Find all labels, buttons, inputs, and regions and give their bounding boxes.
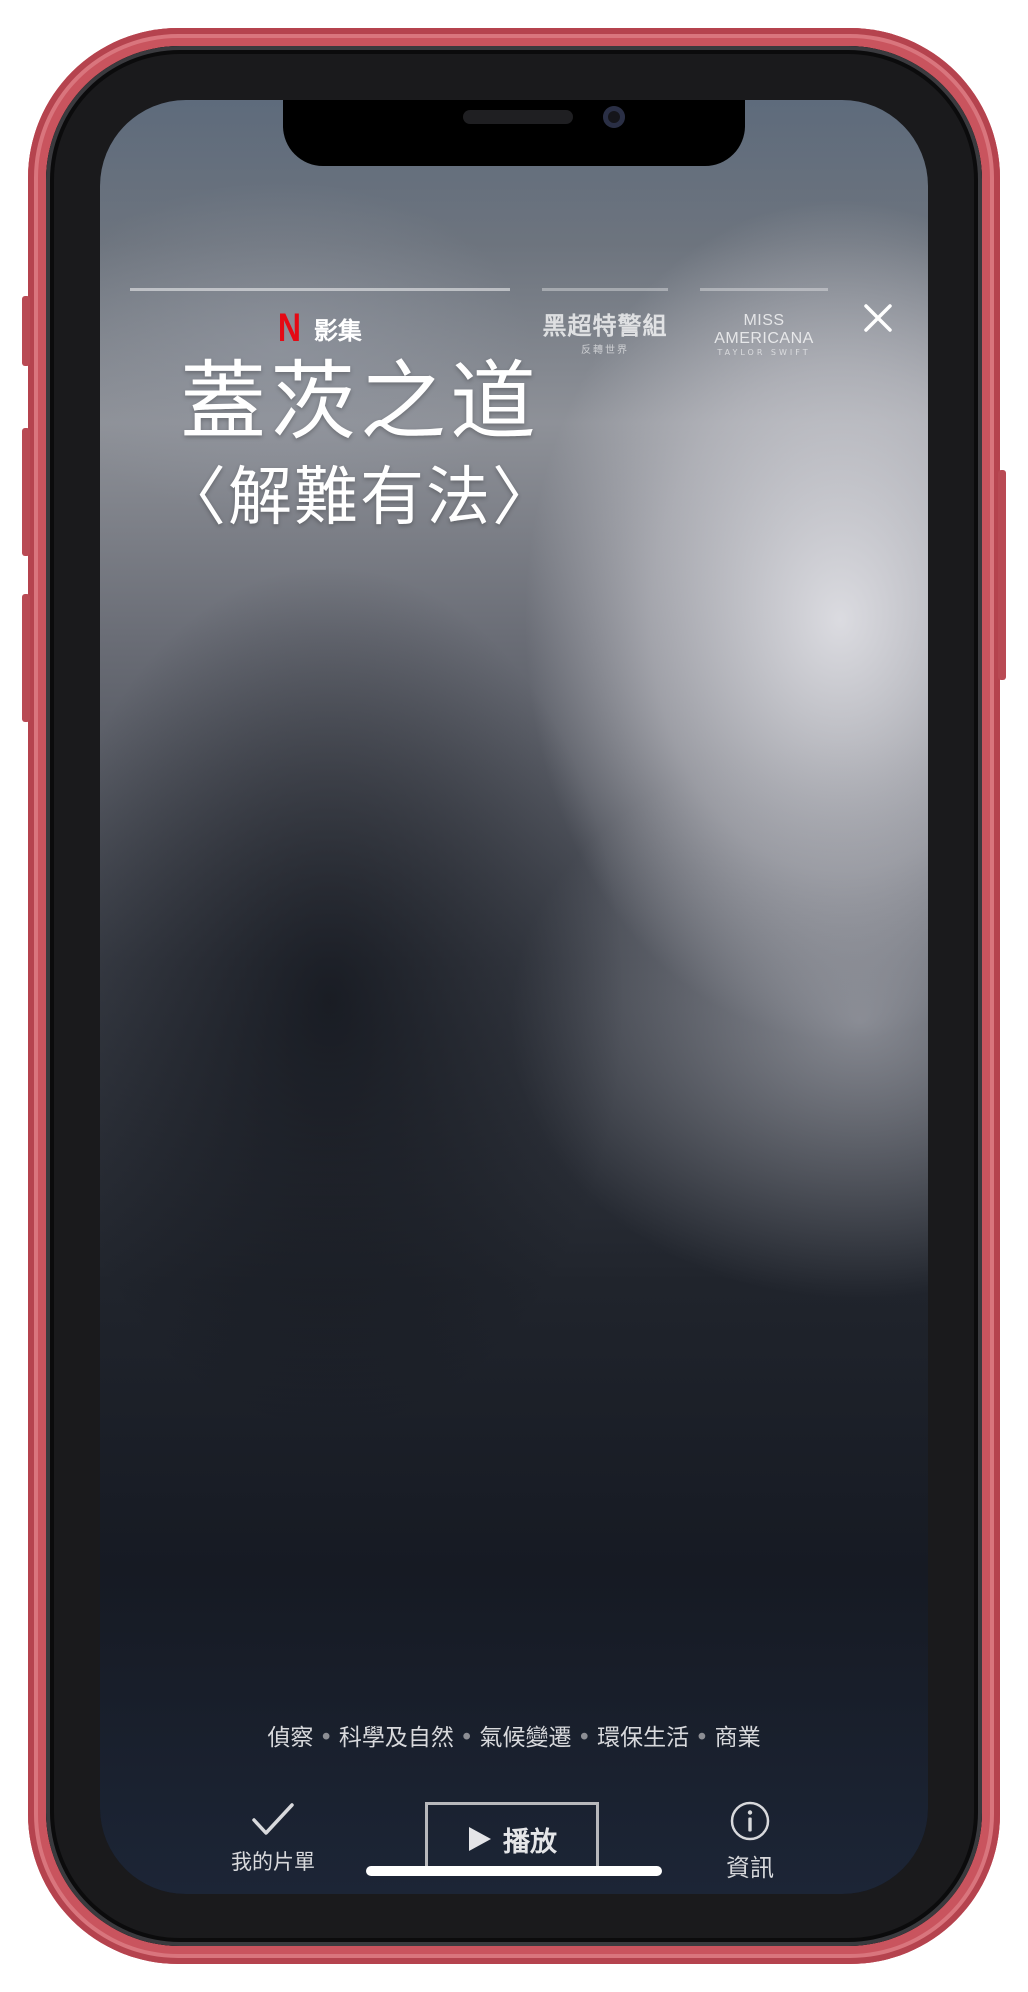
preview-thumbnail-title: MISS AMERICANA [714, 312, 814, 347]
netflix-logo: N [277, 306, 302, 350]
genre-tag: 氣候變遷 [479, 1725, 572, 1751]
info-label: 資訊 [726, 1854, 774, 1882]
mute-switch [22, 296, 30, 366]
front-camera [603, 106, 625, 128]
speaker-grille [463, 110, 573, 124]
preview-thumbnail[interactable]: 黑超特警組 反轉世界 [542, 306, 668, 356]
power-button [998, 470, 1006, 680]
preview-thumbnail[interactable]: MISS AMERICANA TAYLOR SWIFT [700, 312, 828, 357]
screen: N 影集 黑超特警組 反轉世界 MISS AMERICANA TAYLOR SW… [100, 100, 928, 1894]
genre-tag: 偵察 [267, 1725, 314, 1751]
series-label: 影集 [313, 316, 362, 345]
volume-down-button [22, 594, 30, 722]
close-button[interactable] [856, 296, 900, 340]
play-button[interactable]: 播放 [425, 1802, 599, 1876]
my-list-button[interactable]: 我的片單 [208, 1800, 338, 1876]
separator-dot: • [577, 1725, 592, 1751]
genre-tag: 商業 [714, 1725, 761, 1751]
close-icon [864, 304, 892, 332]
preview-progress-segment [130, 288, 510, 291]
notch [283, 100, 745, 166]
home-indicator[interactable] [366, 1866, 662, 1876]
info-icon [730, 1801, 770, 1841]
show-title: 蓋茨之道 [180, 352, 540, 452]
play-icon [469, 1827, 491, 1851]
separator-dot: • [459, 1725, 474, 1751]
preview-thumbnail-subtitle: TAYLOR SWIFT [717, 348, 811, 357]
play-label: 播放 [503, 1826, 557, 1858]
netflix-series-badge: N 影集 [275, 308, 362, 348]
preview-progress-segment [700, 288, 828, 291]
show-title-logo: 蓋茨之道 〈解難有法〉 [150, 352, 570, 538]
genre-tags: 偵察 • 科學及自然 • 氣候變遷 • 環保生活 • 商業 [100, 1718, 928, 1752]
preview-progress-segment [542, 288, 668, 291]
separator-dot: • [695, 1725, 709, 1751]
my-list-label: 我的片單 [231, 1850, 315, 1874]
volume-up-button [22, 428, 30, 556]
genre-tag: 科學及自然 [338, 1725, 454, 1751]
show-subtitle: 〈解難有法〉 [162, 461, 558, 535]
separator-dot: • [319, 1725, 333, 1751]
preview-thumbnail-title: 黑超特警組 [542, 312, 668, 340]
checkmark-icon [252, 1803, 294, 1835]
genre-tag: 環保生活 [597, 1725, 690, 1751]
info-button[interactable]: 資訊 [710, 1800, 790, 1883]
